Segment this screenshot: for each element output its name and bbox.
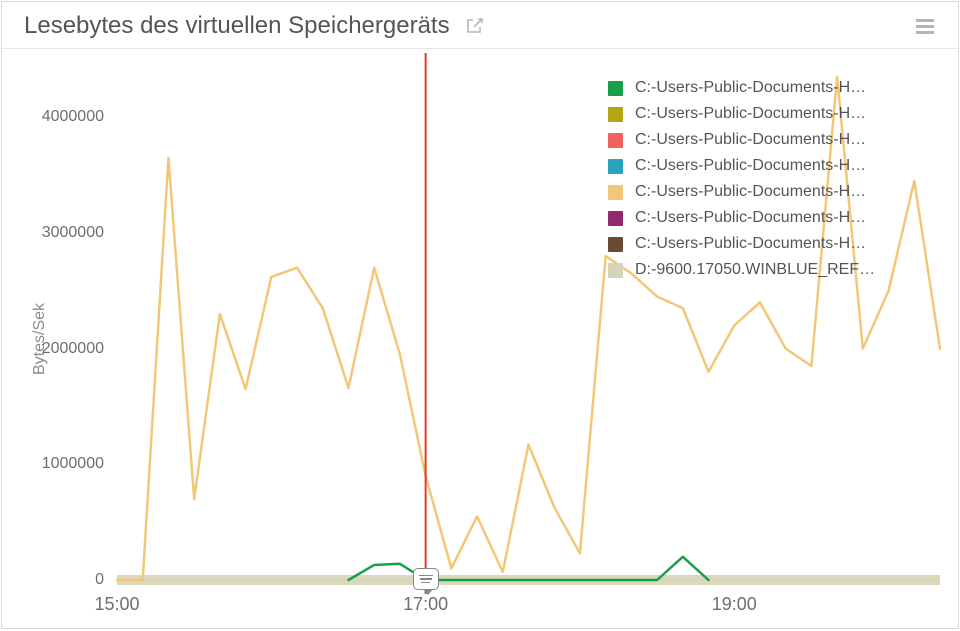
y-axis-ticks: 01000000200000030000004000000 xyxy=(2,71,112,580)
legend-item[interactable]: D:-9600.17050.WINBLUE_REF… xyxy=(608,257,936,283)
x-tick-label: 19:00 xyxy=(712,594,757,615)
y-tick-label: 0 xyxy=(95,571,104,589)
legend-item[interactable]: C:-Users-Public-Documents-H… xyxy=(608,231,936,257)
panel-title: Lesebytes des virtuellen Speichergeräts xyxy=(24,12,450,40)
legend-swatch xyxy=(608,81,623,96)
legend-item[interactable]: C:-Users-Public-Documents-H… xyxy=(608,205,936,231)
legend-swatch xyxy=(608,211,623,226)
x-tick-label: 15:00 xyxy=(94,594,139,615)
y-tick-label: 1000000 xyxy=(42,455,104,473)
legend-label: C:-Users-Public-Documents-H… xyxy=(635,209,866,227)
legend-item[interactable]: C:-Users-Public-Documents-H… xyxy=(608,127,936,153)
x-tick-label: 17:00 xyxy=(403,594,448,615)
legend-item[interactable]: C:-Users-Public-Documents-H… xyxy=(608,153,936,179)
legend-swatch xyxy=(608,107,623,122)
y-tick-label: 4000000 xyxy=(42,108,104,126)
legend: C:-Users-Public-Documents-H… C:-Users-Pub… xyxy=(608,75,936,283)
legend-label: C:-Users-Public-Documents-H… xyxy=(635,131,866,149)
legend-swatch xyxy=(608,237,623,252)
x-axis-ticks: 15:0017:0019:00 xyxy=(117,590,940,620)
hamburger-menu-icon[interactable] xyxy=(914,15,942,37)
chart-panel: Lesebytes des virtuellen Speichergeräts … xyxy=(1,1,959,629)
y-tick-label: 3000000 xyxy=(42,224,104,242)
legend-label: C:-Users-Public-Documents-H… xyxy=(635,235,866,253)
legend-label: C:-Users-Public-Documents-H… xyxy=(635,105,866,123)
legend-item[interactable]: C:-Users-Public-Documents-H… xyxy=(608,179,936,205)
legend-item[interactable]: C:-Users-Public-Documents-H… xyxy=(608,101,936,127)
legend-swatch xyxy=(608,263,623,278)
legend-label: C:-Users-Public-Documents-H… xyxy=(635,157,866,175)
legend-label: C:-Users-Public-Documents-H… xyxy=(635,79,866,97)
chart-area: Bytes/Sek 01000000200000030000004000000 … xyxy=(2,49,958,628)
legend-label: D:-9600.17050.WINBLUE_REF… xyxy=(635,261,875,279)
comment-icon[interactable] xyxy=(413,568,439,590)
legend-swatch xyxy=(608,159,623,174)
y-tick-label: 2000000 xyxy=(42,340,104,358)
legend-label: C:-Users-Public-Documents-H… xyxy=(635,183,866,201)
popout-icon[interactable] xyxy=(464,16,484,36)
legend-swatch xyxy=(608,133,623,148)
legend-item[interactable]: C:-Users-Public-Documents-H… xyxy=(608,75,936,101)
legend-swatch xyxy=(608,185,623,200)
panel-header: Lesebytes des virtuellen Speichergeräts xyxy=(2,2,958,49)
